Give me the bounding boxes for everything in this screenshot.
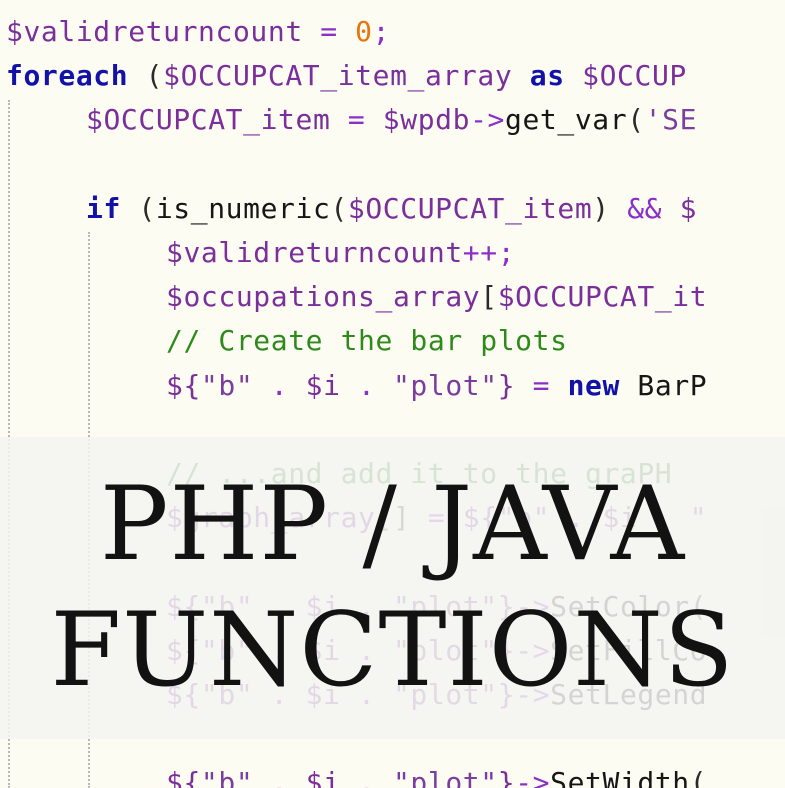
code-token: "b" — [200, 368, 254, 402]
code-token: ( — [120, 191, 156, 225]
code-token: && — [627, 191, 663, 225]
code-token: $OCCUPCAT_item_array — [163, 59, 513, 93]
code-token: ( — [627, 103, 645, 137]
code-line: $validreturncount = 0; — [6, 10, 390, 54]
code-line: $occupations_array[$OCCUPCAT_it — [166, 275, 707, 319]
code-token: -> — [470, 103, 505, 137]
code-token: ${ — [166, 368, 201, 402]
code-token: = — [515, 368, 568, 402]
code-token: [ — [480, 280, 498, 314]
code-token: } — [497, 766, 516, 788]
code-line: foreach ($OCCUPCAT_item_array as $OCCUP — [6, 54, 687, 98]
code-token: . — [340, 766, 393, 788]
code-token: $wpdb — [382, 103, 471, 137]
title-line-2: FUNCTIONS — [50, 591, 735, 710]
code-token: ; — [372, 15, 391, 48]
code-token: $OCCUP — [582, 59, 687, 93]
code-token: new — [567, 368, 620, 402]
code-token: $occupations_array — [166, 280, 481, 314]
code-token: $validreturncount — [166, 236, 463, 269]
code-token: ++; — [462, 236, 516, 269]
code-token: "plot" — [392, 766, 498, 788]
code-token: if — [86, 191, 121, 225]
code-line: if (is_numeric($OCCUPCAT_item) && $ — [86, 187, 697, 231]
code-token: = — [302, 15, 356, 48]
code-token: ${ — [166, 766, 201, 788]
code-token: ) — [592, 191, 628, 225]
code-token: $i — [305, 368, 341, 402]
code-token: . — [253, 766, 306, 788]
code-token: $i — [305, 766, 341, 788]
code-token: ( — [330, 191, 348, 225]
code-token: -> — [515, 766, 551, 788]
code-token: as — [529, 59, 565, 93]
code-token: "b" — [200, 766, 254, 788]
code-token: $OCCUPCAT_it — [497, 280, 708, 314]
code-token: SetWidth — [550, 766, 690, 788]
code-token: . — [340, 368, 393, 402]
code-token: $ — [679, 191, 698, 225]
code-token: get_var — [505, 103, 628, 137]
code-token: 0 — [355, 15, 373, 48]
code-token: 'SE — [644, 103, 698, 137]
code-token: $validreturncount — [6, 15, 303, 48]
code-token: = — [330, 103, 383, 137]
code-line: ${"b" . $i . "plot"}->SetWidth( — [166, 761, 707, 788]
code-token: } — [497, 368, 516, 402]
code-token: is_numeric — [155, 191, 331, 225]
code-token: $OCCUPCAT_item — [86, 103, 331, 137]
code-token: "plot" — [392, 368, 498, 402]
code-token: . — [253, 368, 306, 402]
code-token: // Create the bar plots — [166, 324, 568, 358]
code-token: $OCCUPCAT_item — [347, 191, 593, 225]
code-line: $validreturncount++; — [166, 231, 515, 275]
code-line: // Create the bar plots — [166, 319, 568, 363]
code-line: $OCCUPCAT_item = $wpdb->get_var('SE — [86, 98, 697, 142]
code-token: ( — [689, 766, 708, 788]
code-line: ${"b" . $i . "plot"} = new BarP — [166, 364, 707, 408]
code-token: BarP — [637, 368, 708, 402]
code-token: ( — [128, 59, 164, 93]
code-token: foreach — [6, 59, 129, 93]
title-line-1: PHP / JAVA — [99, 465, 686, 584]
